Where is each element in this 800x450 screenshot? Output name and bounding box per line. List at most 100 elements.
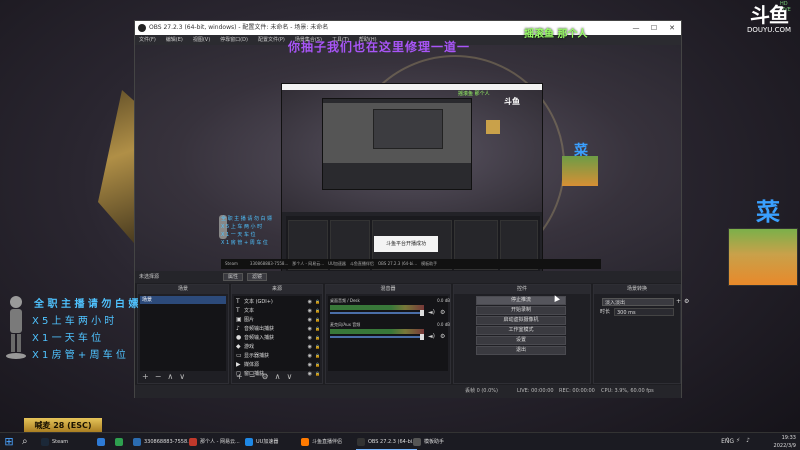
control-button[interactable]: 工作室模式 [476, 326, 566, 335]
fader-knob[interactable] [420, 334, 424, 340]
mixer-track: 桌面音频 / Desk 0.0 dB ◄) ⚙ [330, 298, 454, 320]
control-button[interactable]: 退出 [476, 346, 566, 355]
gear-icon[interactable]: ⚙ [440, 333, 445, 340]
visibility-eye-icon[interactable]: ◉ [308, 307, 312, 315]
windows-start-icon[interactable]: ⊞ [3, 436, 15, 448]
lock-icon[interactable]: 🔒 [315, 316, 320, 324]
app-icon [133, 438, 141, 446]
obs-window: OBS 27.2.3 (64-bit, windows) - 配置文件: 未命名… [134, 20, 689, 398]
menu-item[interactable]: 编辑(E) [166, 35, 183, 45]
source-item[interactable]: ◆ 游戏 ◉ 🔒 [236, 343, 322, 351]
taskbar-app[interactable]: UU加速器 [244, 434, 278, 450]
lock-icon[interactable]: 🔒 [315, 361, 320, 369]
visibility-eye-icon[interactable]: ◉ [308, 298, 312, 306]
overlay-line: X 1 房 管 + 周 车 位 [32, 350, 126, 361]
minimize-icon[interactable]: — [627, 21, 645, 35]
transitions-header: 场景转换 [594, 285, 680, 294]
visibility-eye-icon[interactable]: ◉ [308, 352, 312, 360]
overlay-line: X 5 上 车 两 小 时 [32, 316, 115, 327]
taskbar-app[interactable] [114, 434, 126, 450]
douyu-logo-mark: 斗鱼 [750, 3, 789, 27]
taskbar-app[interactable]: 斗鱼直播伴侣 [300, 434, 342, 450]
nested-capture-3 [373, 109, 443, 149]
preview-taskbar-item: 330868883-7558... [249, 261, 289, 266]
source-item[interactable]: ▣ 图片 ◉ 🔒 [236, 316, 322, 324]
move-down-icon[interactable]: ∨ [286, 373, 292, 381]
visibility-eye-icon[interactable]: ◉ [308, 316, 312, 324]
source-item[interactable]: T 文本 (GDI+) ◉ 🔒 [236, 298, 322, 306]
taskbar-app[interactable]: 那个人 - 网易云... [188, 434, 240, 450]
remove-icon[interactable]: − [155, 373, 162, 381]
preview-canvas[interactable]: 摇滚鱼 那个人 斗鱼 斗鱼平台开播成功 全 职 主 播 请 勿 白 嫖 X 5 … [135, 45, 681, 271]
app-icon [357, 438, 365, 446]
transitions-dock: 场景转换 淡入淡出 + ⚙ 时长 300 ms [593, 284, 689, 384]
properties-button[interactable]: 属性 [223, 273, 244, 281]
add-icon[interactable]: + [236, 373, 243, 381]
lock-icon[interactable]: 🔒 [315, 343, 320, 351]
lock-icon[interactable]: 🔒 [315, 325, 320, 333]
visibility-eye-icon[interactable]: ◉ [308, 343, 312, 351]
taskbar-app-label: 斗鱼直播伴侣 [312, 439, 343, 445]
maximize-icon[interactable]: ☐ [645, 21, 663, 35]
taskbar-app-label: 模板助手 [424, 439, 445, 445]
sources-header: 来源 [232, 285, 322, 294]
gear-icon[interactable]: ⚙ [684, 298, 689, 306]
lock-icon[interactable]: 🔒 [315, 352, 320, 360]
visibility-eye-icon[interactable]: ◉ [308, 361, 312, 369]
language-indicator[interactable]: ENG [721, 438, 734, 445]
remove-icon[interactable]: − [249, 373, 256, 381]
control-button[interactable]: 设置 [476, 336, 566, 345]
move-up-icon[interactable]: ∧ [275, 373, 281, 381]
taskbar-app[interactable]: 模板助手 [412, 434, 444, 450]
source-item[interactable]: ▭ 显示器捕获 ◉ 🔒 [236, 352, 322, 360]
volume-fader[interactable] [330, 336, 424, 338]
preview-taskbar-item: Steam [225, 261, 238, 266]
preview-taskbar-item: 斗鱼直播伴侣 [349, 261, 374, 266]
fader-knob[interactable] [420, 310, 424, 316]
taskbar-app[interactable] [96, 434, 108, 450]
menu-item[interactable]: 配置文件(P) [258, 35, 285, 45]
taskbar-app[interactable]: 330868883-7558... [132, 434, 192, 450]
speaker-icon[interactable]: ◄) [428, 333, 435, 340]
streamer-tag: 摇滚鱼 那个人 [524, 29, 588, 40]
add-icon[interactable]: + [142, 373, 149, 381]
app-icon [115, 438, 123, 446]
menu-item[interactable]: 文件(F) [139, 35, 156, 45]
source-label: 文本 (GDI+) [244, 299, 273, 305]
taskbar-app[interactable]: Steam [40, 434, 68, 450]
source-item[interactable]: ▶ 媒体源 ◉ 🔒 [236, 361, 322, 369]
transition-select[interactable]: 淡入淡出 [602, 298, 674, 306]
duration-input[interactable]: 300 ms [614, 308, 674, 316]
close-icon[interactable]: ✕ [663, 21, 681, 35]
lock-icon[interactable]: 🔒 [315, 334, 320, 342]
lock-icon[interactable]: 🔒 [315, 370, 320, 378]
visibility-eye-icon[interactable]: ◉ [308, 370, 312, 378]
lock-icon[interactable]: 🔒 [315, 298, 320, 306]
rec-timer: REC: 00:00:00 [559, 388, 595, 394]
preview-overlay-line: X 1 一 天 车 位 [221, 232, 256, 238]
source-item[interactable]: T 文本 ◉ 🔒 [236, 307, 322, 315]
side-caption: 菜 [756, 198, 780, 226]
visibility-eye-icon[interactable]: ◉ [308, 325, 312, 333]
visibility-eye-icon[interactable]: ◉ [308, 334, 312, 342]
source-item[interactable]: ♪ 音频输出捕获 ◉ 🔒 [236, 325, 322, 333]
taskbar-app[interactable]: OBS 27.2.3 (64-bi... [356, 434, 417, 450]
search-icon[interactable]: ⌕ [22, 436, 28, 448]
volume-fader[interactable] [330, 312, 424, 314]
gear-icon[interactable]: ⚙ [440, 309, 445, 316]
source-toolbar: 未选择源 属性 滤镜 [135, 271, 681, 283]
menu-item[interactable]: 视图(V) [193, 35, 210, 45]
clock[interactable]: 19:33 2022/3/9 [774, 434, 796, 450]
move-down-icon[interactable]: ∨ [179, 373, 185, 381]
speaker-icon[interactable]: ◄) [428, 309, 435, 316]
move-up-icon[interactable]: ∧ [167, 373, 173, 381]
add-icon[interactable]: + [676, 298, 681, 306]
lock-icon[interactable]: 🔒 [315, 307, 320, 315]
preview-overlay-text: 全 职 主 播 请 勿 白 嫖 X 5 上 车 两 小 时 X 1 一 天 车 … [221, 215, 272, 247]
gear-icon[interactable]: ⚙ [261, 373, 268, 381]
filters-button[interactable]: 滤镜 [247, 273, 268, 281]
source-item[interactable]: ● 音频输入捕获 ◉ 🔒 [236, 334, 322, 342]
menu-item[interactable]: 停靠窗口(D) [220, 35, 248, 45]
control-button[interactable]: 开始录制 [476, 306, 566, 315]
control-button[interactable]: 启动虚拟摄像机 [476, 316, 566, 325]
